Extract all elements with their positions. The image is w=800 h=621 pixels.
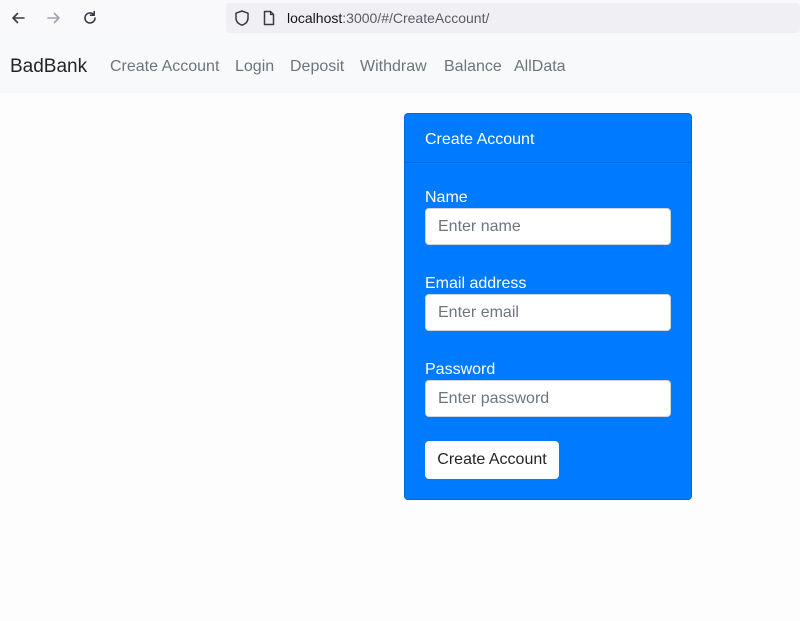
create-account-card: Create Account Name Email address Passwo… [404,113,692,500]
card-title: Create Account [425,131,535,148]
nav-link-withdraw[interactable]: Withdraw [360,57,427,77]
nav-link-deposit[interactable]: Deposit [290,57,344,77]
password-label: Password [425,361,496,378]
navbar: BadBank Create Account Login Deposit Wit… [0,36,800,93]
email-label: Email address [425,275,527,292]
page-icon [263,10,275,26]
url-path: :3000/#/CreateAccount/ [342,10,490,26]
url-text: localhost:3000/#/CreateAccount/ [287,9,489,27]
back-arrow-icon [12,12,25,24]
url-host: localhost [287,10,343,26]
forward-arrow-icon [47,12,60,24]
nav-link-login[interactable]: Login [235,57,274,77]
reload-button[interactable] [78,6,102,30]
email-input[interactable] [425,294,671,331]
nav-link-balance[interactable]: Balance [444,57,502,77]
back-button[interactable] [6,6,30,30]
card-header: Create Account [405,114,691,163]
reload-icon [84,10,96,24]
forward-button[interactable] [42,6,66,30]
name-input[interactable] [425,208,671,245]
create-account-button[interactable]: Create Account [425,441,559,479]
name-label: Name [425,189,468,206]
nav-link-alldata[interactable]: AllData [514,57,566,77]
brand-link[interactable]: BadBank [10,56,87,78]
password-input[interactable] [425,380,671,417]
address-bar[interactable]: localhost:3000/#/CreateAccount/ [226,3,800,33]
browser-toolbar: localhost:3000/#/CreateAccount/ [0,0,800,36]
nav-link-create-account[interactable]: Create Account [110,57,219,77]
shield-icon[interactable] [234,9,250,27]
